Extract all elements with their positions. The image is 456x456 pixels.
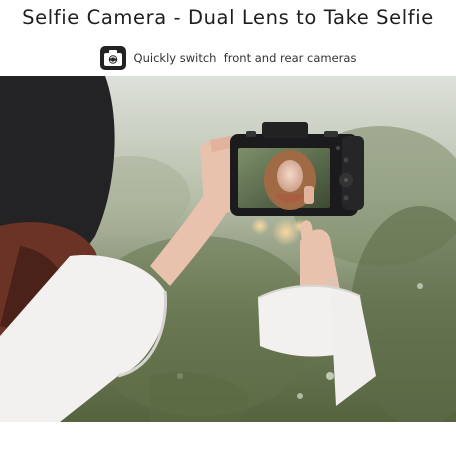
headline: Selfie Camera - Dual Lens to Take Selfie: [22, 6, 434, 29]
feature-text: Quickly switch front and rear cameras: [133, 51, 357, 65]
feature-row: Quickly switch front and rear cameras: [0, 45, 456, 71]
camera-switch-icon: [99, 46, 126, 70]
product-photo: [0, 76, 456, 422]
